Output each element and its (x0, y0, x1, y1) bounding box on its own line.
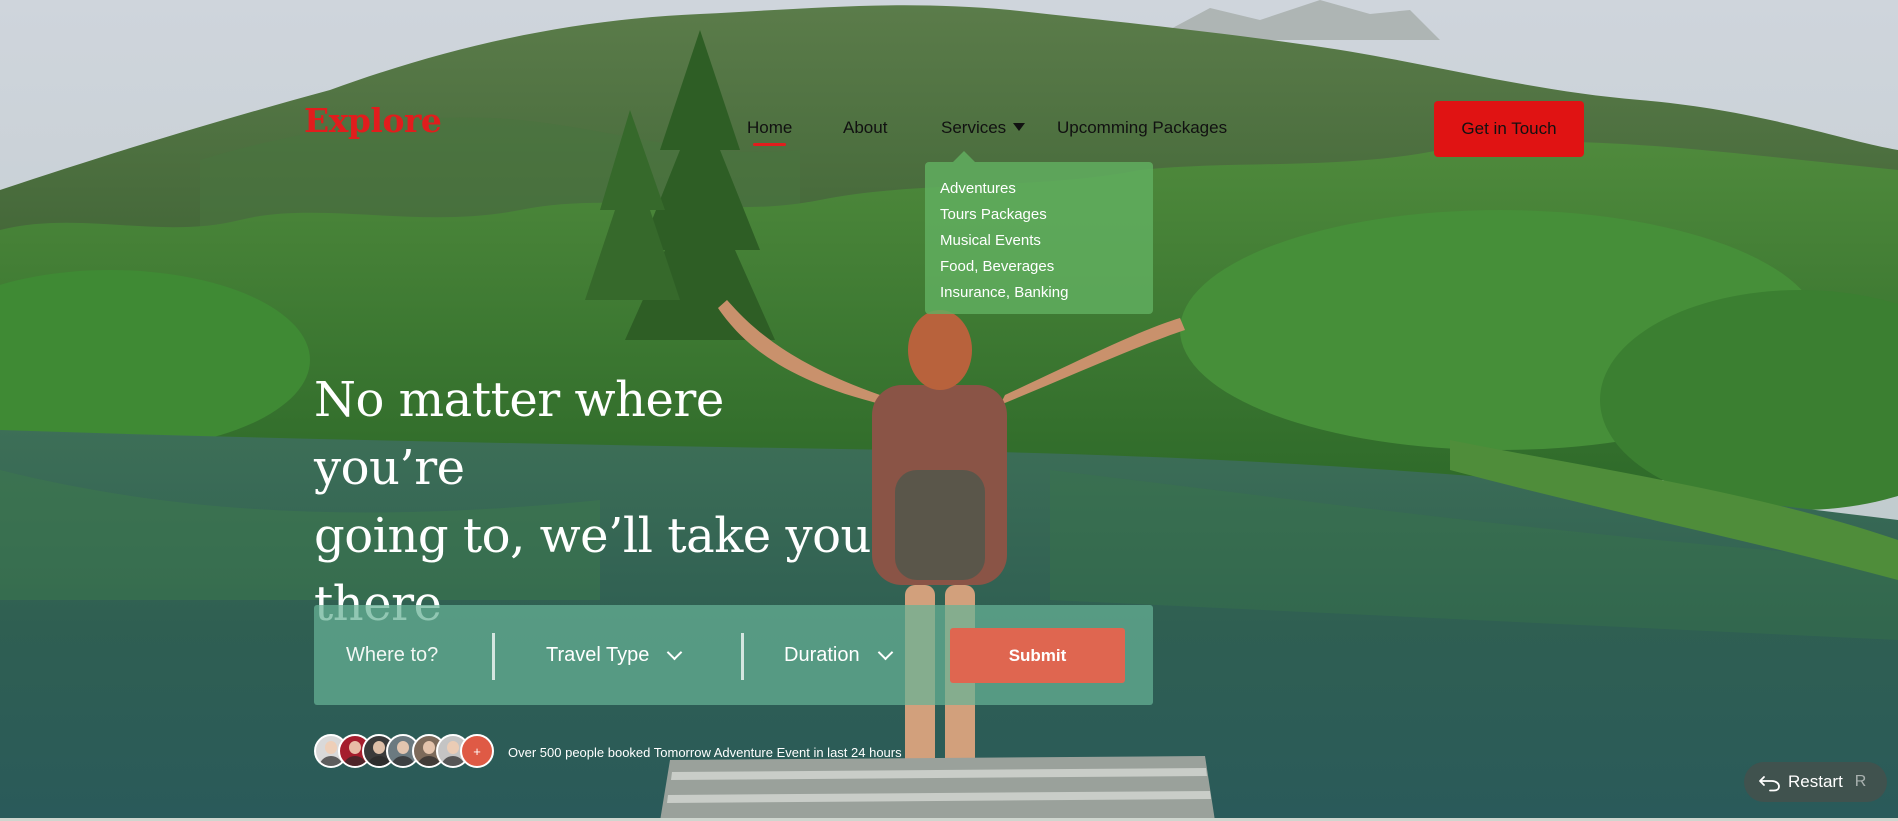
submit-button[interactable]: Submit (950, 628, 1125, 683)
hero-title: No matter where you’re going to, we’ll t… (314, 366, 874, 638)
nav-item-services-label: Services (941, 118, 1007, 137)
search-divider (492, 633, 495, 680)
chevron-down-icon (667, 644, 683, 660)
travel-type-label: Travel Type (546, 643, 650, 666)
where-to-input[interactable] (332, 635, 482, 675)
dropdown-item-tours-packages[interactable]: Tours Packages (940, 202, 1138, 228)
dropdown-item-adventures[interactable]: Adventures (940, 176, 1138, 202)
trip-search-bar: Travel Type Duration Submit (314, 605, 1153, 705)
caret-down-icon (1013, 123, 1026, 131)
restart-label: Restart (1788, 772, 1843, 791)
undo-icon (1759, 776, 1780, 792)
search-divider (741, 633, 744, 680)
nav-item-services[interactable]: Services (941, 118, 1026, 138)
nav-item-upcoming-packages[interactable]: Upcomming Packages (1057, 118, 1227, 138)
booking-social-proof-text: Over 500 people booked Tomorrow Adventur… (508, 745, 902, 760)
dropdown-item-food-beverages[interactable]: Food, Beverages (940, 254, 1138, 280)
hero-title-line-2: going to, we’ll take you (314, 508, 871, 564)
brand-logo[interactable]: Explore (304, 101, 442, 140)
nav-item-about[interactable]: About (843, 118, 887, 138)
chevron-down-icon (877, 644, 893, 660)
dropdown-item-insurance-banking[interactable]: Insurance, Banking (940, 280, 1138, 306)
travel-type-select[interactable]: Travel Type (546, 635, 683, 675)
duration-select[interactable]: Duration (784, 635, 893, 675)
get-in-touch-button[interactable]: Get in Touch (1434, 101, 1584, 157)
hero-title-line-1: No matter where you’re (314, 372, 724, 496)
duration-label: Duration (784, 643, 860, 666)
restart-shortcut-key: R (1854, 773, 1867, 790)
more-avatars-button[interactable]: + (460, 734, 494, 768)
restart-button[interactable]: Restart R (1744, 762, 1887, 802)
nav-item-home[interactable]: Home (747, 118, 792, 146)
dropdown-item-musical-events[interactable]: Musical Events (940, 228, 1138, 254)
services-dropdown-menu: Adventures Tours Packages Musical Events… (925, 151, 1153, 314)
